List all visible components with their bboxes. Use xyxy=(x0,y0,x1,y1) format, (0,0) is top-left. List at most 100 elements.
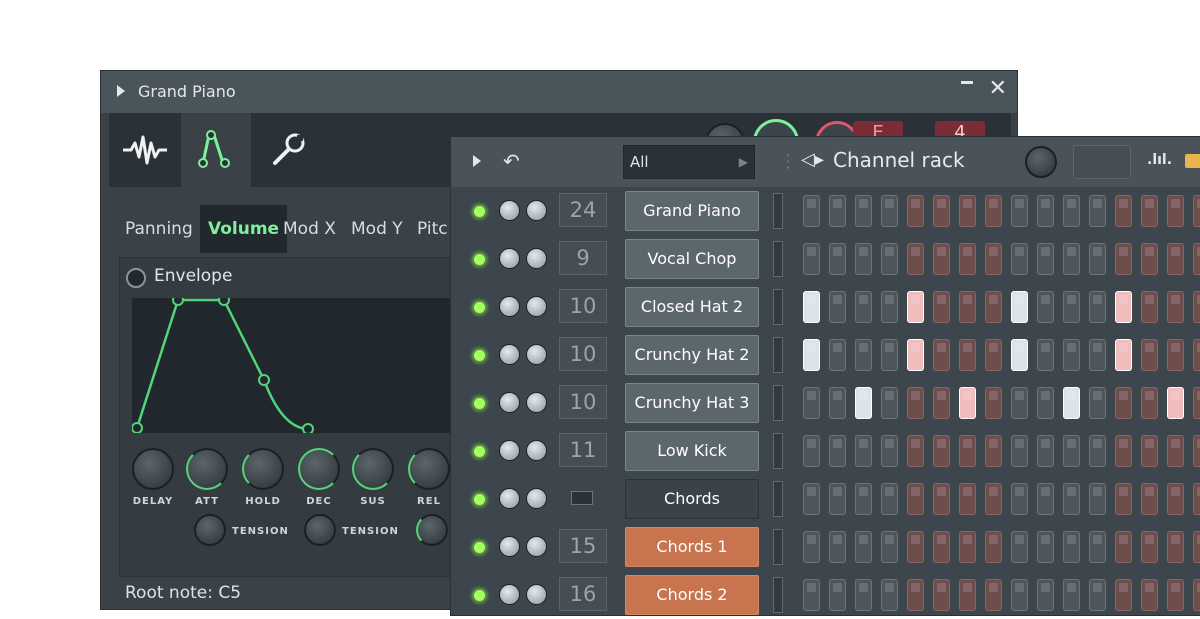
step-button[interactable] xyxy=(985,195,1002,227)
channel-select-bar[interactable] xyxy=(773,193,783,229)
step-button[interactable] xyxy=(933,483,950,515)
root-note[interactable]: Root note: C5 xyxy=(125,583,241,603)
pan-knob[interactable] xyxy=(499,392,520,413)
step-button[interactable] xyxy=(1037,483,1054,515)
step-button[interactable] xyxy=(1167,291,1184,323)
volume-knob[interactable] xyxy=(526,536,547,557)
step-button[interactable] xyxy=(1115,195,1132,227)
step-button[interactable] xyxy=(959,435,976,467)
mixer-track-number[interactable]: 9 xyxy=(559,241,607,275)
channel-name-button[interactable]: Vocal Chop xyxy=(625,239,759,279)
pattern-box[interactable] xyxy=(1073,145,1131,179)
channel-name-button[interactable]: Closed Hat 2 xyxy=(625,287,759,327)
step-button[interactable] xyxy=(803,195,820,227)
step-button[interactable] xyxy=(1193,435,1200,467)
step-button[interactable] xyxy=(1089,483,1106,515)
step-button[interactable] xyxy=(829,243,846,275)
step-button[interactable] xyxy=(1063,531,1080,563)
step-button[interactable] xyxy=(933,579,950,611)
envelope-toggle[interactable] xyxy=(126,268,146,288)
step-button[interactable] xyxy=(803,339,820,371)
volume-knob[interactable] xyxy=(526,200,547,221)
pan-knob[interactable] xyxy=(499,344,520,365)
step-button[interactable] xyxy=(881,483,898,515)
step-button[interactable] xyxy=(1193,387,1200,419)
step-button[interactable] xyxy=(881,339,898,371)
step-button[interactable] xyxy=(1037,435,1054,467)
step-button[interactable] xyxy=(881,387,898,419)
step-button[interactable] xyxy=(1037,195,1054,227)
step-button[interactable] xyxy=(1193,579,1200,611)
step-button[interactable] xyxy=(1115,579,1132,611)
pan-knob[interactable] xyxy=(499,296,520,317)
filter-select[interactable]: All ▶ xyxy=(623,145,755,179)
channel-name-button[interactable]: Grand Piano xyxy=(625,191,759,231)
tab-panning[interactable]: Panning xyxy=(117,205,201,253)
mute-led[interactable] xyxy=(473,301,486,314)
step-button[interactable] xyxy=(907,195,924,227)
attack-knob[interactable] xyxy=(186,448,228,490)
step-button[interactable] xyxy=(1011,195,1028,227)
step-button[interactable] xyxy=(855,195,872,227)
step-button[interactable] xyxy=(985,291,1002,323)
step-button[interactable] xyxy=(829,291,846,323)
step-button[interactable] xyxy=(933,195,950,227)
step-button[interactable] xyxy=(1141,579,1158,611)
step-button[interactable] xyxy=(1141,195,1158,227)
step-button[interactable] xyxy=(1193,339,1200,371)
volume-knob[interactable] xyxy=(526,344,547,365)
step-button[interactable] xyxy=(1011,435,1028,467)
step-button[interactable] xyxy=(933,243,950,275)
tab-waveform[interactable] xyxy=(109,113,179,187)
step-button[interactable] xyxy=(1167,531,1184,563)
pan-knob[interactable] xyxy=(499,200,520,221)
mute-led[interactable] xyxy=(473,493,486,506)
step-button[interactable] xyxy=(1011,243,1028,275)
step-button[interactable] xyxy=(1011,291,1028,323)
step-button[interactable] xyxy=(1037,243,1054,275)
channel-select-bar[interactable] xyxy=(773,481,783,517)
step-button[interactable] xyxy=(1141,531,1158,563)
step-button[interactable] xyxy=(1089,291,1106,323)
step-button[interactable] xyxy=(829,435,846,467)
step-button[interactable] xyxy=(881,243,898,275)
step-button[interactable] xyxy=(907,243,924,275)
pan-knob[interactable] xyxy=(499,488,520,509)
step-button[interactable] xyxy=(907,339,924,371)
step-button[interactable] xyxy=(1089,435,1106,467)
volume-knob[interactable] xyxy=(526,584,547,605)
step-button[interactable] xyxy=(1063,483,1080,515)
step-button[interactable] xyxy=(959,531,976,563)
step-button[interactable] xyxy=(1089,387,1106,419)
step-button[interactable] xyxy=(1167,387,1184,419)
step-button[interactable] xyxy=(1089,195,1106,227)
volume-knob[interactable] xyxy=(526,440,547,461)
step-button[interactable] xyxy=(1037,339,1054,371)
step-button[interactable] xyxy=(855,531,872,563)
step-button[interactable] xyxy=(803,387,820,419)
step-button[interactable] xyxy=(959,243,976,275)
step-button[interactable] xyxy=(1011,579,1028,611)
channel-name-button[interactable]: Low Kick xyxy=(625,431,759,471)
step-button[interactable] xyxy=(803,483,820,515)
channel-name-button[interactable]: Crunchy Hat 3 xyxy=(625,383,759,423)
channel-select-bar[interactable] xyxy=(773,337,783,373)
step-button[interactable] xyxy=(829,387,846,419)
rack-menu-arrow-icon[interactable] xyxy=(473,155,481,167)
step-button[interactable] xyxy=(1193,291,1200,323)
swing-knob[interactable] xyxy=(1025,146,1057,178)
step-button[interactable] xyxy=(1115,387,1132,419)
mute-led[interactable] xyxy=(473,445,486,458)
step-button[interactable] xyxy=(959,195,976,227)
step-button[interactable] xyxy=(1037,579,1054,611)
decay-tension-knob[interactable] xyxy=(304,514,336,546)
step-button[interactable] xyxy=(855,483,872,515)
step-button[interactable] xyxy=(959,339,976,371)
step-button[interactable] xyxy=(985,339,1002,371)
step-button[interactable] xyxy=(1167,483,1184,515)
step-button[interactable] xyxy=(829,531,846,563)
step-button[interactable] xyxy=(907,387,924,419)
step-button[interactable] xyxy=(1089,243,1106,275)
release-knob[interactable] xyxy=(408,448,450,490)
channel-select-bar[interactable] xyxy=(773,241,783,277)
